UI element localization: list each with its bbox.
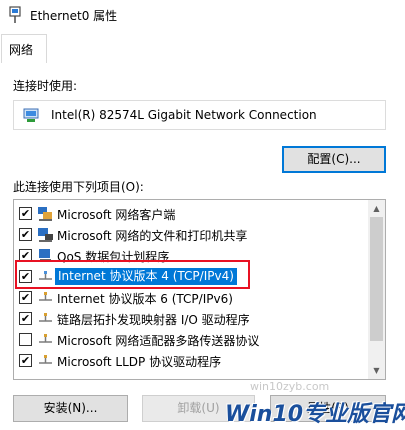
list-item[interactable]: Microsoft 网络适配器多路传送器协议 (14, 329, 369, 350)
protocol-icon (39, 271, 52, 280)
checkbox[interactable]: ✔ (19, 354, 32, 367)
components-list[interactable]: ✔ Microsoft 网络客户端 ✔ Microsoft 网络的文件和打印机共… (13, 199, 386, 380)
protocol-icon (39, 292, 52, 301)
list-item[interactable]: ✔ 链路层拓扑发现映射器 I/O 驱动程序 (14, 308, 369, 329)
checkbox[interactable] (19, 333, 32, 346)
adapter-name: Intel(R) 82574L Gigabit Network Connecti… (51, 108, 317, 122)
checkbox[interactable]: ✔ (19, 312, 32, 325)
watermark-logo: Win10专业版官网 (225, 393, 405, 430)
list-item[interactable]: ✔ Microsoft 网络客户端 (14, 203, 369, 224)
list-item-selected[interactable]: ✔ Internet 协议版本 4 (TCP/IPv4) (14, 266, 369, 287)
network-client-icon (38, 207, 52, 221)
file-printer-sharing-icon (38, 228, 53, 242)
ethernet-icon (9, 6, 21, 23)
protocol-icon (39, 313, 52, 322)
item-label: Internet 协议版本 6 (TCP/IPv6) (57, 292, 233, 306)
checkbox[interactable]: ✔ (19, 228, 32, 241)
checkbox[interactable]: ✔ (19, 270, 32, 283)
checkbox[interactable]: ✔ (19, 207, 32, 220)
item-label: Microsoft LLDP 协议驱动程序 (57, 355, 222, 369)
install-button[interactable]: 安装(N)... (13, 395, 128, 422)
list-item[interactable]: ✔ QoS 数据包计划程序 (14, 245, 369, 266)
tab-network[interactable]: 网络 (1, 34, 47, 63)
title-bar: Ethernet0 属性 (0, 0, 405, 30)
item-label: 链路层拓扑发现映射器 I/O 驱动程序 (57, 313, 250, 327)
checkbox[interactable]: ✔ (19, 249, 32, 262)
qos-icon (39, 249, 51, 262)
window-title: Ethernet0 属性 (30, 9, 118, 23)
item-label: Microsoft 网络适配器多路传送器协议 (57, 334, 260, 348)
scroll-thumb[interactable] (370, 217, 383, 341)
connect-using-label: 连接时使用: (13, 79, 78, 93)
list-scrollbar[interactable]: ▲ ▼ (368, 200, 385, 379)
protocol-icon (39, 334, 52, 343)
list-item[interactable]: ✔ Microsoft LLDP 协议驱动程序 (14, 350, 369, 371)
items-label: 此连接使用下列项目(O): (13, 180, 144, 194)
checkbox[interactable]: ✔ (19, 291, 32, 304)
item-label: Internet 协议版本 4 (TCP/IPv4) (55, 268, 237, 285)
tab-network-label: 网络 (9, 43, 34, 57)
watermark-url: win10zyb.com (250, 380, 330, 393)
network-adapter-icon (23, 108, 39, 122)
list-item[interactable]: ✔ Microsoft 网络的文件和打印机共享 (14, 224, 369, 245)
scroll-up-icon[interactable]: ▲ (368, 200, 385, 217)
adapter-display: Intel(R) 82574L Gigabit Network Connecti… (13, 100, 386, 130)
item-label: Microsoft 网络的文件和打印机共享 (57, 229, 248, 243)
protocol-icon (39, 355, 52, 364)
list-item[interactable]: ✔ Internet 协议版本 6 (TCP/IPv6) (14, 287, 369, 308)
item-label: Microsoft 网络客户端 (57, 208, 176, 222)
scroll-down-icon[interactable]: ▼ (368, 362, 385, 379)
configure-button[interactable]: 配置(C)... (282, 146, 386, 173)
item-label: QoS 数据包计划程序 (57, 250, 170, 264)
watermark-text: Win10专业版官网 (225, 402, 405, 427)
